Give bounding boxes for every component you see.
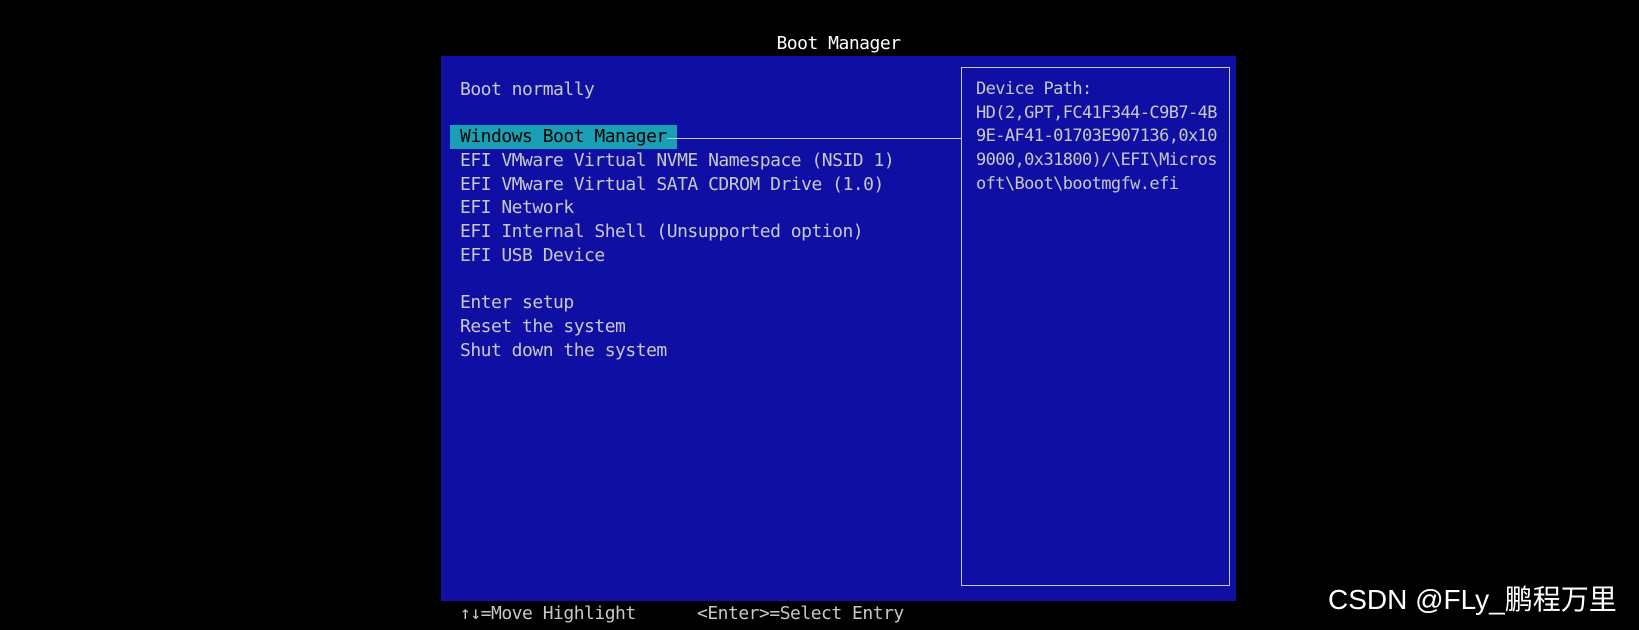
device-path-text: Device Path: HD(2,GPT,FC41F344-C9B7-4B9E… bbox=[976, 78, 1221, 197]
device-path-panel: Device Path: HD(2,GPT,FC41F344-C9B7-4B9E… bbox=[961, 67, 1230, 586]
boot-menu: Boot normally Windows Boot Manager EFI V… bbox=[450, 78, 949, 363]
menu-item-enter-setup[interactable]: Enter setup bbox=[459, 291, 949, 315]
watermark-text: CSDN @FLy_鹏程万里 bbox=[1328, 584, 1617, 615]
page-title: Boot Manager bbox=[776, 33, 901, 54]
bios-screen: Boot Manager Boot normally Windows Boot … bbox=[0, 0, 1639, 630]
menu-item-vmware-cdrom[interactable]: EFI VMware Virtual SATA CDROM Drive (1.0… bbox=[459, 173, 949, 197]
menu-item-windows-boot-manager[interactable]: Windows Boot Manager bbox=[450, 125, 677, 150]
menu-item-shut-down[interactable]: Shut down the system bbox=[459, 339, 949, 363]
menu-item-reset-system[interactable]: Reset the system bbox=[459, 315, 949, 339]
selection-connector-line bbox=[667, 138, 961, 139]
menu-item-efi-network[interactable]: EFI Network bbox=[459, 196, 949, 220]
menu-item-boot-normally[interactable]: Boot normally bbox=[459, 78, 949, 102]
menu-spacer bbox=[459, 102, 949, 126]
menu-spacer bbox=[459, 268, 949, 292]
menu-item-efi-internal-shell[interactable]: EFI Internal Shell (Unsupported option) bbox=[459, 220, 949, 244]
key-hints-bar: ↑↓=Move Highlight <Enter>=Select Entry bbox=[441, 601, 1236, 630]
menu-item-vmware-nvme[interactable]: EFI VMware Virtual NVME Namespace (NSID … bbox=[459, 149, 949, 173]
boot-menu-panel: Boot normally Windows Boot Manager EFI V… bbox=[441, 56, 1236, 601]
device-path-value: HD(2,GPT,FC41F344-C9B7-4B9E-AF41-01703E9… bbox=[976, 102, 1217, 194]
menu-item-efi-usb-device[interactable]: EFI USB Device bbox=[459, 244, 949, 268]
hint-move-highlight: ↑↓=Move Highlight bbox=[460, 603, 636, 624]
hint-select-entry: <Enter>=Select Entry bbox=[697, 603, 904, 624]
device-path-label: Device Path: bbox=[976, 79, 1092, 99]
